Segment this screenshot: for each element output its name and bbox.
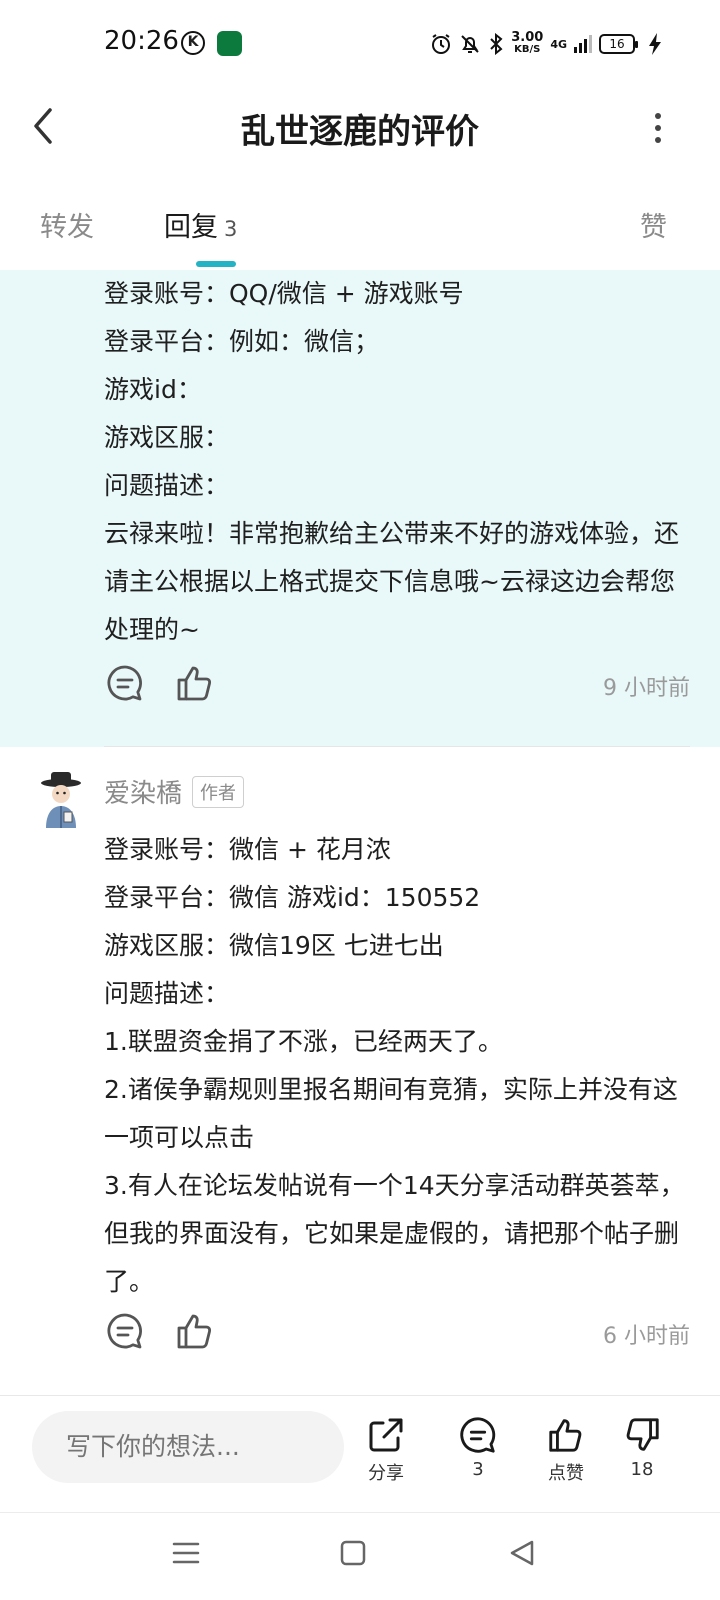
reply-time: 6 小时前	[603, 1324, 690, 1349]
thumbs-up-icon	[177, 1314, 212, 1349]
share-icon	[369, 1418, 403, 1452]
like-button[interactable]	[174, 1310, 220, 1356]
avatar[interactable]	[36, 770, 86, 830]
highlighted-reply: 登录账号：QQ/微信 + 游戏账号 登录平台：例如：微信； 游戏id： 游戏区服…	[0, 270, 720, 747]
top-nav: 乱世逐鹿的评价	[0, 90, 720, 170]
author-avatar-icon	[41, 772, 81, 828]
author-badge: 作者	[192, 775, 245, 808]
thumbs-down-icon	[626, 1418, 659, 1451]
net-speed: 3.00 KB/S	[511, 30, 544, 55]
home-nav-button[interactable]	[333, 1533, 373, 1573]
system-nav-bar	[0, 1513, 720, 1600]
reply-count: 3	[224, 217, 238, 241]
oppo-app-icon	[217, 31, 242, 56]
tab-likes[interactable]: 赞	[640, 205, 667, 244]
menu-nav-button[interactable]	[166, 1533, 206, 1573]
comment-icon	[107, 665, 142, 701]
tab-forward[interactable]: 转发	[40, 205, 94, 244]
more-button[interactable]	[648, 108, 668, 148]
reply-button[interactable]	[104, 662, 150, 708]
home-square-icon	[340, 1540, 366, 1566]
menu-icon	[172, 1542, 200, 1564]
comment-input[interactable]	[32, 1411, 344, 1483]
network-type: 4G	[550, 37, 567, 51]
tab-replies[interactable]: 回复 3	[164, 205, 237, 244]
back-triangle-icon	[510, 1540, 534, 1566]
divider	[0, 1395, 720, 1396]
status-time: 20:26	[104, 26, 179, 56]
k-app-icon: K	[181, 31, 205, 55]
charging-icon	[649, 33, 661, 55]
status-bar: 20:26 K 3.00 KB/S 4G 16	[0, 0, 720, 90]
tab-bar: 转发 回复 3 赞	[0, 190, 720, 270]
comment-icon	[460, 1417, 496, 1453]
signal-icon	[574, 35, 592, 53]
author-name[interactable]: 爱染橋	[104, 773, 182, 810]
reply-actions: 9 小时前	[104, 662, 690, 708]
comment-count: 3	[472, 1459, 484, 1480]
page-title: 乱世逐鹿的评价	[241, 112, 479, 152]
like-button[interactable]: 点赞	[526, 1415, 606, 1495]
more-vertical-icon	[655, 113, 661, 143]
reply-button[interactable]	[104, 1310, 150, 1356]
share-button[interactable]: 分享	[346, 1415, 426, 1495]
divider	[104, 746, 690, 747]
like-label: 点赞	[548, 1463, 584, 1484]
battery-icon: 16	[599, 34, 638, 54]
thumbs-up-icon	[549, 1419, 582, 1452]
comment-icon	[107, 1313, 142, 1349]
back-nav-button[interactable]	[502, 1533, 542, 1573]
reply-time: 9 小时前	[603, 676, 690, 701]
like-button[interactable]	[174, 662, 220, 708]
mute-icon	[461, 35, 479, 53]
thumbs-up-icon	[177, 666, 212, 701]
share-label: 分享	[368, 1463, 404, 1484]
author-row: 爱染橋 作者	[104, 773, 245, 810]
reply-content: 登录账号：QQ/微信 + 游戏账号 登录平台：例如：微信； 游戏id： 游戏区服…	[104, 279, 680, 644]
tab-indicator	[196, 261, 236, 267]
alarm-icon	[432, 34, 451, 54]
dislike-count: 18	[630, 1459, 654, 1480]
reply-actions: 6 小时前	[104, 1310, 690, 1356]
comment-button[interactable]: 3	[438, 1415, 518, 1495]
status-icons: 3.00 KB/S 4G 16	[430, 30, 662, 58]
reply-content: 登录账号：微信 + 花月浓 登录平台：微信 游戏id：150552 游戏区服：微…	[104, 835, 685, 1296]
bluetooth-icon	[490, 33, 503, 55]
dislike-button[interactable]: 18	[602, 1415, 682, 1495]
